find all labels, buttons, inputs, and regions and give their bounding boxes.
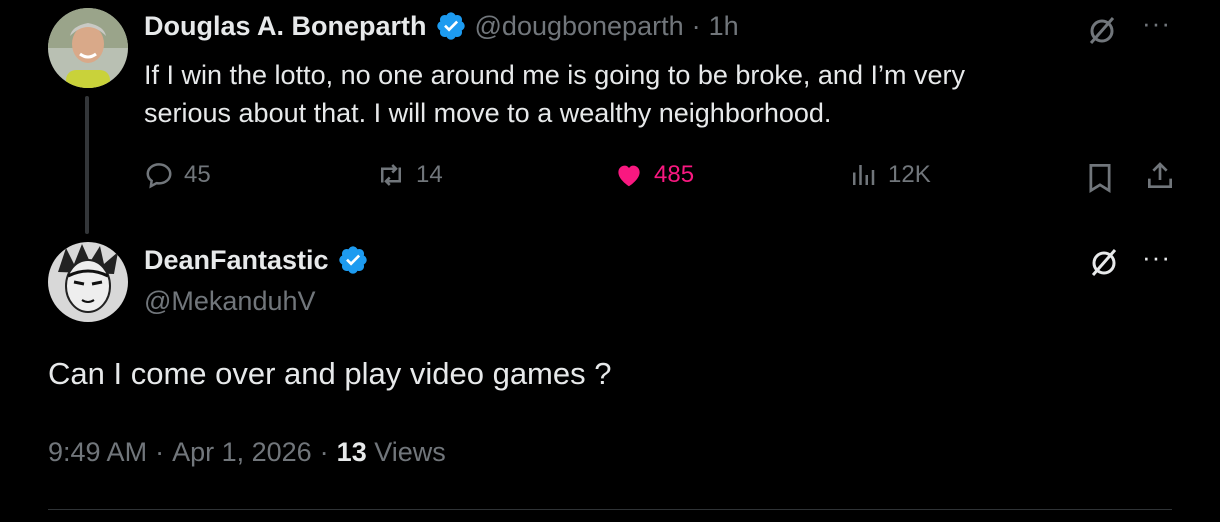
grok-icon[interactable] — [1086, 244, 1122, 280]
tweet-text-line-1: If I win the lotto, no one around me is … — [144, 60, 965, 90]
time-ago[interactable]: 1h — [709, 11, 739, 42]
author-handle[interactable]: @dougboneparth — [475, 11, 684, 42]
verified-badge-icon[interactable] — [435, 10, 467, 42]
views-button[interactable]: 12K — [848, 160, 931, 190]
separator-dot: · — [691, 10, 701, 41]
reply-text: Can I come over and play video games ? — [48, 356, 612, 391]
reply-views-count: 13 — [336, 437, 367, 467]
like-icon — [618, 165, 640, 187]
share-icon — [1148, 162, 1172, 188]
verified-badge-icon[interactable] — [337, 244, 369, 276]
bookmark-icon — [1089, 164, 1111, 194]
meta-dot: · — [155, 437, 165, 467]
thread-line — [85, 96, 89, 234]
divider — [48, 509, 1172, 510]
reply-icon — [146, 163, 172, 189]
reply-author-name[interactable]: DeanFantastic — [144, 245, 329, 276]
meta-dot: · — [319, 437, 329, 467]
reply-meta: 9:49 AM · Apr 1, 2026 · 13 Views — [48, 437, 446, 468]
reply-header: DeanFantastic — [144, 244, 369, 276]
bookmark-button[interactable] — [1083, 160, 1117, 196]
views-count: 12K — [888, 161, 931, 188]
reply-date[interactable]: Apr 1, 2026 — [172, 437, 312, 468]
repost-icon — [381, 164, 401, 186]
reply-views-label: Views — [374, 437, 446, 467]
repost-count: 14 — [416, 161, 443, 188]
reply-author-handle[interactable]: @MekanduhV — [144, 286, 316, 317]
like-count: 485 — [654, 161, 695, 188]
reply-more-icon[interactable]: ··· — [1142, 242, 1171, 273]
author-avatar[interactable] — [48, 8, 128, 88]
more-icon[interactable]: ··· — [1142, 8, 1171, 39]
grok-icon[interactable] — [1084, 12, 1120, 48]
reply-button[interactable]: 45 — [144, 160, 211, 190]
reply-avatar[interactable] — [48, 242, 128, 322]
reply-time[interactable]: 9:49 AM — [48, 437, 147, 468]
author-name[interactable]: Douglas A. Boneparth — [144, 11, 427, 42]
repost-button[interactable]: 14 — [376, 160, 443, 190]
tweet-text-line-2: serious about that. I will move to a wea… — [144, 98, 832, 128]
tweet-header: Douglas A. Boneparth @dougboneparth · 1h — [144, 10, 739, 42]
views-icon — [853, 165, 875, 185]
tweet-text: If I win the lotto, no one around me is … — [144, 56, 1144, 132]
share-button[interactable] — [1142, 158, 1178, 194]
like-button[interactable]: 485 — [614, 160, 694, 190]
reply-count: 45 — [184, 161, 211, 188]
